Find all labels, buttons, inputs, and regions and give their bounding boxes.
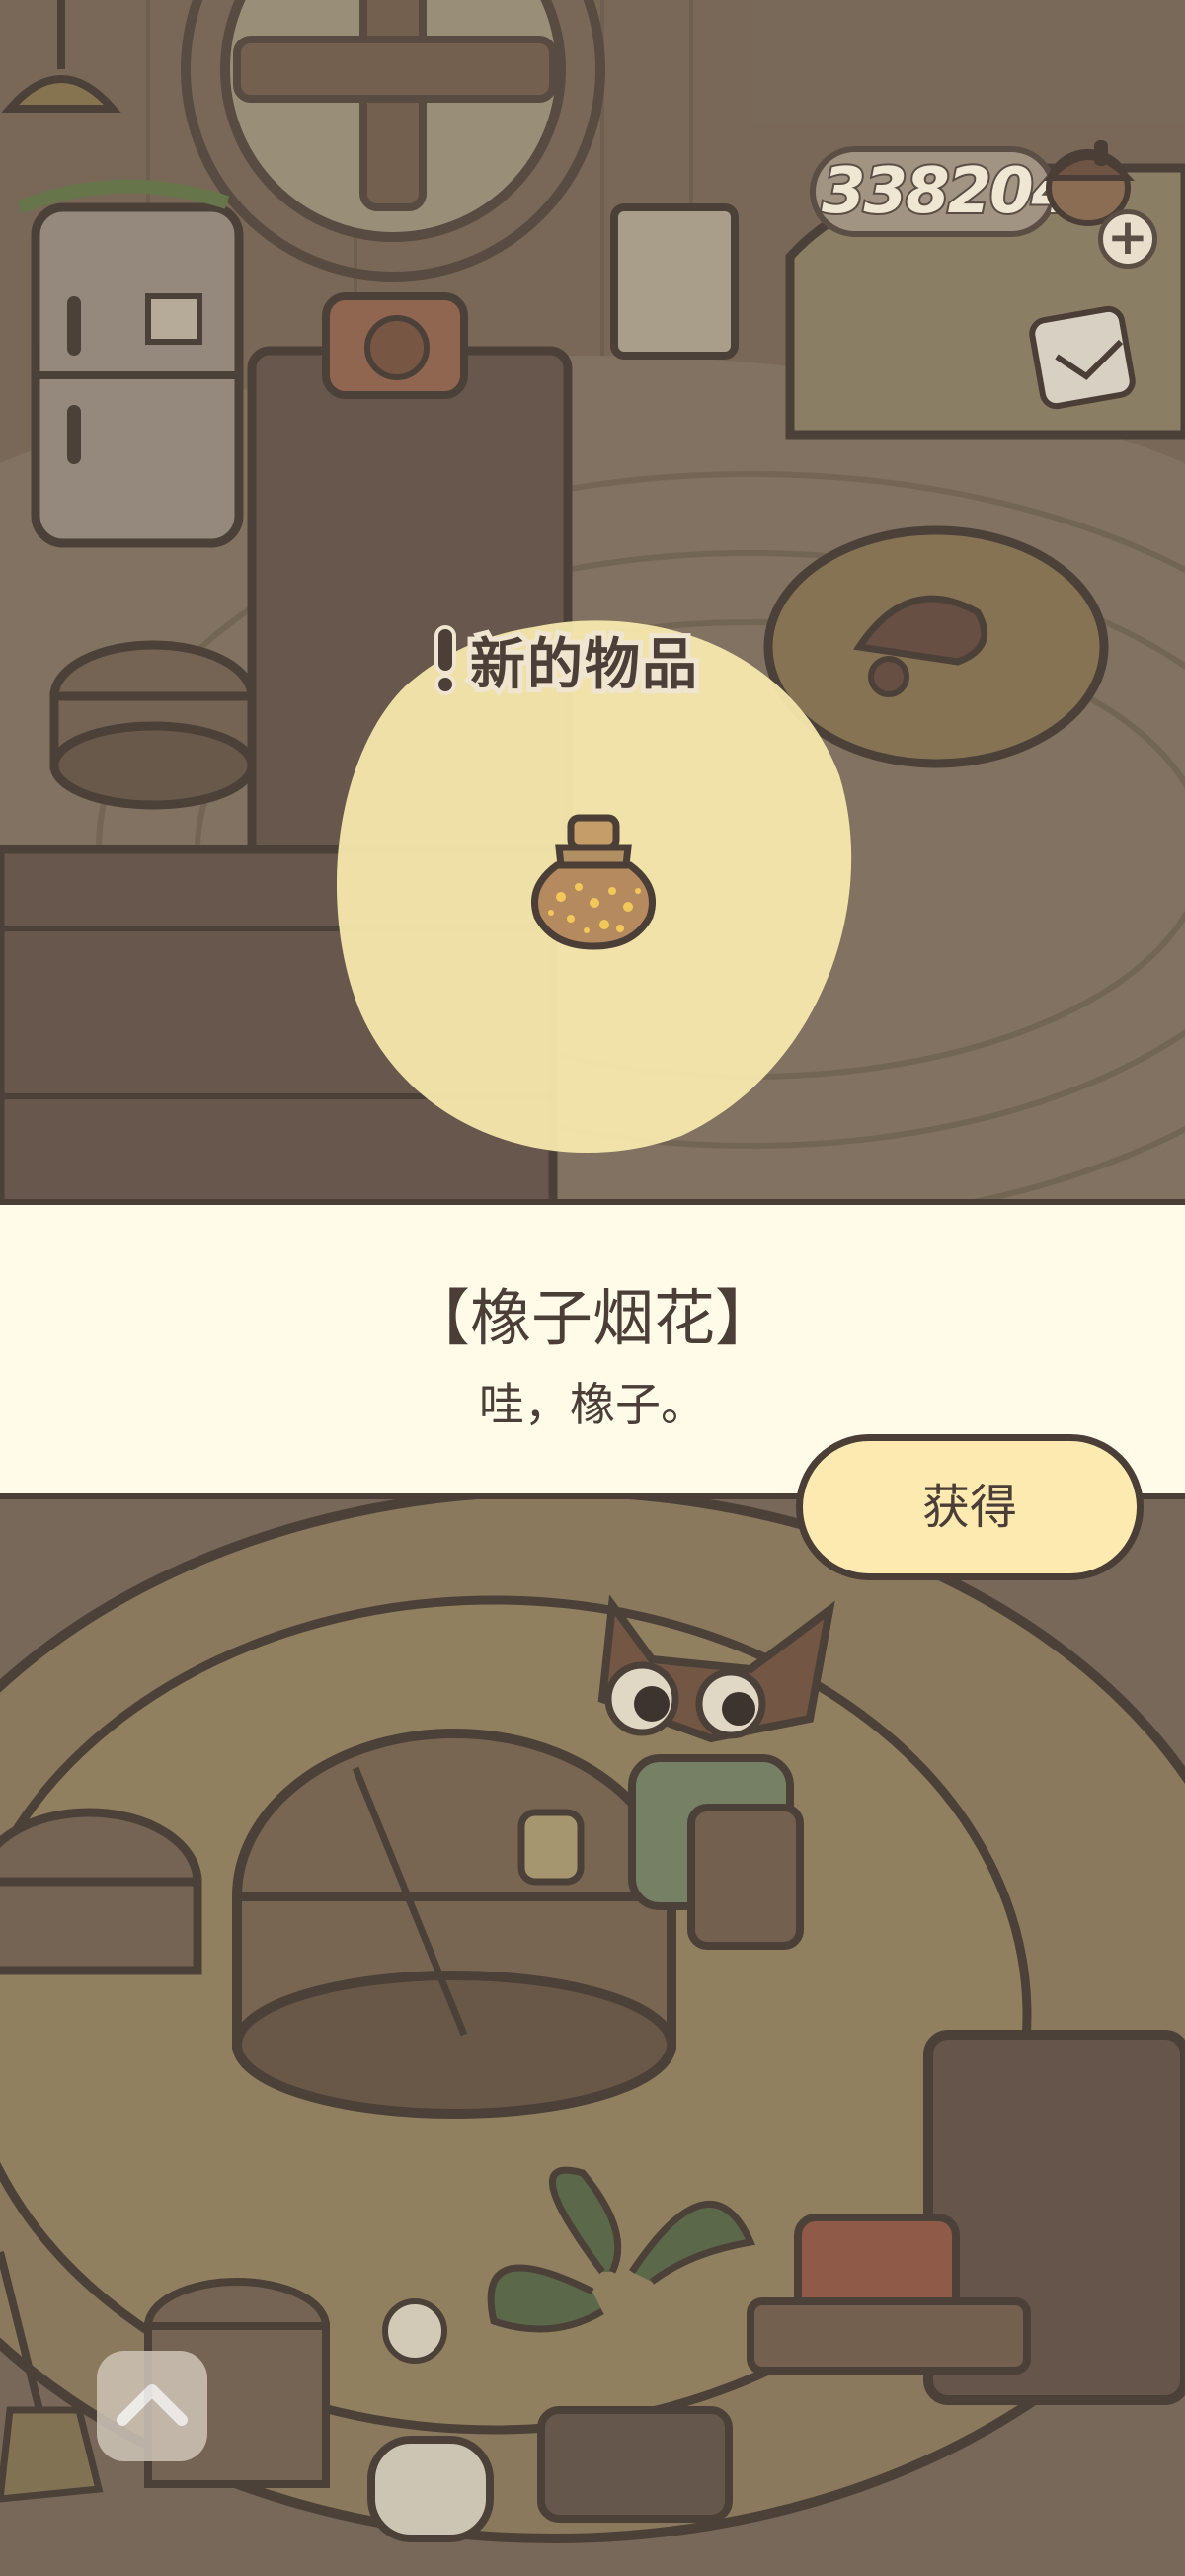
item-name: 【橡子烟花】 xyxy=(408,1282,776,1354)
telephone xyxy=(322,292,468,399)
expand-up-button[interactable] xyxy=(97,2351,207,2461)
clipboard-icon[interactable] xyxy=(1027,302,1146,411)
fridge xyxy=(17,179,244,548)
stool-left xyxy=(49,640,257,810)
new-item-header: 新的物品 xyxy=(431,620,702,702)
round-table xyxy=(232,1729,676,2119)
obtain-button[interactable]: 获得 xyxy=(796,1434,1144,1580)
stool-lower-left xyxy=(0,1808,202,1975)
coin-count: 338204 xyxy=(820,153,1077,230)
item-description: 哇，橡子。 xyxy=(479,1378,706,1431)
acorn-firework-jar-icon xyxy=(531,814,656,950)
add-coins-button[interactable]: + xyxy=(1098,209,1157,269)
exclamation-icon xyxy=(434,625,456,695)
chevron-up-icon xyxy=(117,2384,188,2426)
new-item-title: 新的物品 xyxy=(465,628,702,702)
